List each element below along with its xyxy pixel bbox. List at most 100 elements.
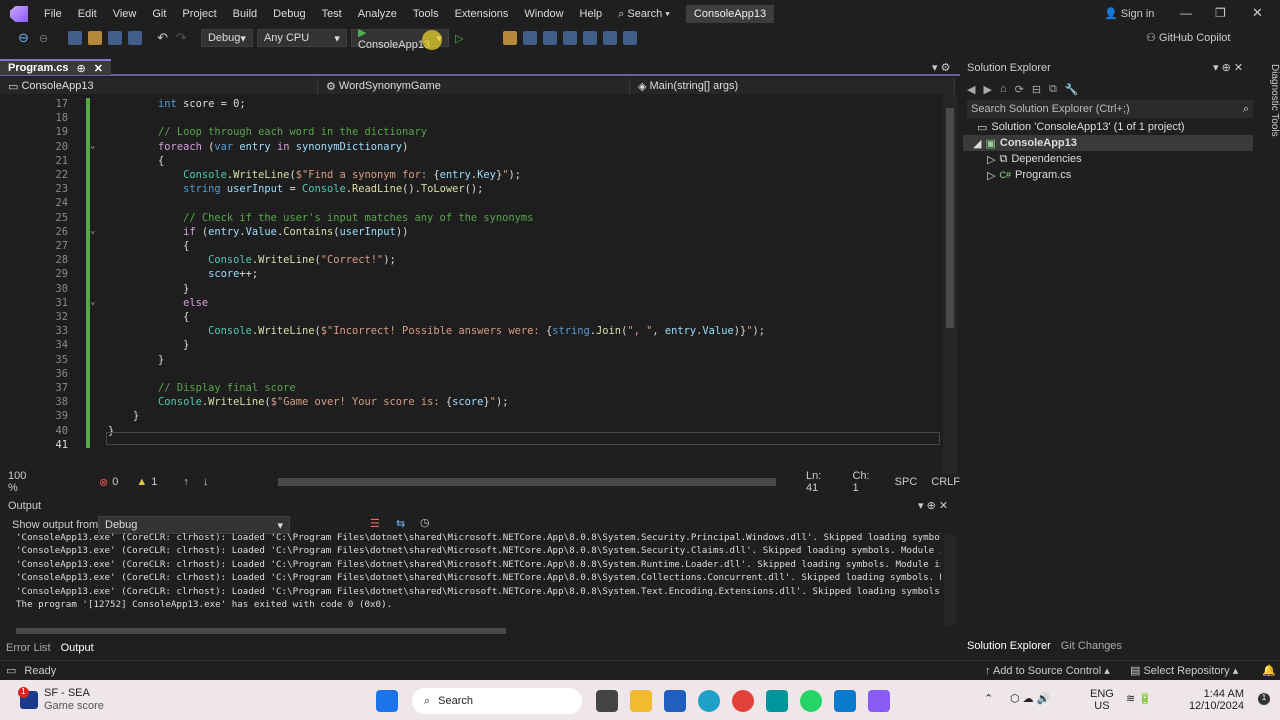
diagnostic-tools-tab[interactable]: Diagnostic Tools	[1256, 60, 1280, 160]
tree-dependencies[interactable]: ▷ ⧉ Dependencies	[987, 151, 1082, 167]
layout-icon[interactable]	[523, 31, 538, 45]
comment-icon[interactable]	[583, 31, 598, 45]
code-line[interactable]: Console.WriteLine($"Incorrect! Possible …	[108, 325, 765, 337]
code-editor[interactable]: 17 int score = 0; 18 19 // Loop through ea…	[0, 94, 943, 451]
solution-icon[interactable]	[503, 31, 518, 45]
tab-program-cs[interactable]: Program.cs ⊕ ✕	[0, 59, 111, 75]
notification-count[interactable]: 1	[1258, 693, 1270, 705]
github-copilot-button[interactable]: ⚇ GitHub Copilot	[1146, 31, 1230, 44]
sync-icon[interactable]: ⟳	[1015, 83, 1024, 96]
notifications-bell-icon[interactable]: 🔔	[1262, 664, 1276, 677]
tab-solution-explorer[interactable]: Solution Explorer	[967, 640, 1051, 652]
home-icon[interactable]: ⌂	[1000, 83, 1007, 95]
vscode-icon[interactable]	[834, 690, 856, 712]
spellcheck-icon[interactable]	[543, 31, 558, 45]
fold-toggle-icon[interactable]: ⌄	[90, 226, 95, 236]
code-line[interactable]: }	[108, 339, 189, 351]
code-line[interactable]: int score = 0;	[108, 98, 246, 110]
language-indicator[interactable]: ENG US	[1090, 688, 1114, 712]
member-dropdown[interactable]: ◈ Main(string[] args)	[630, 78, 955, 94]
task-view-icon[interactable]	[596, 690, 618, 712]
pin-icon[interactable]: ⊕	[77, 62, 86, 75]
minimize-button[interactable]: —	[1180, 6, 1192, 20]
open-folder-icon[interactable]	[88, 31, 103, 45]
code-line[interactable]: Console.WriteLine($"Game over! Your scor…	[108, 396, 508, 408]
restore-button[interactable]: ❐	[1215, 6, 1226, 20]
start-without-debugging-icon[interactable]: ▷	[455, 32, 463, 45]
fold-toggle-icon[interactable]: ⌄	[90, 297, 95, 307]
start-icon[interactable]	[376, 690, 398, 712]
code-line[interactable]: {	[108, 311, 189, 323]
class-dropdown[interactable]: ⚙ WordSynonymGame	[318, 78, 630, 94]
select-repository-button[interactable]: ▤ Select Repository ▴	[1130, 664, 1238, 677]
save-all-icon[interactable]	[128, 31, 143, 45]
warning-icon[interactable]: ▲	[136, 476, 147, 488]
configuration-dropdown[interactable]: Debug ▾	[200, 29, 253, 47]
code-line[interactable]: {	[108, 155, 164, 167]
menu-extensions[interactable]: Extensions	[447, 8, 517, 20]
zoom-level[interactable]: 100 %	[8, 470, 39, 494]
tree-solution[interactable]: ▭ Solution 'ConsoleApp13' (1 of 1 project…	[977, 119, 1185, 135]
code-line[interactable]: }	[108, 283, 189, 295]
navigate-forward-icon[interactable]: ⊖	[39, 32, 48, 45]
menu-git[interactable]: Git	[144, 8, 174, 20]
screen-recorder-icon[interactable]	[732, 690, 754, 712]
visual-studio-icon[interactable]	[868, 690, 890, 712]
navigate-back-icon[interactable]: ⊖	[18, 30, 29, 46]
code-line[interactable]: score++;	[108, 268, 258, 280]
undo-icon[interactable]: ↶	[157, 30, 168, 46]
code-line[interactable]: foreach (var entry in synonymDictionary)	[108, 141, 408, 153]
code-line[interactable]: else	[108, 297, 208, 309]
microsoft-store-icon[interactable]	[664, 690, 686, 712]
code-line[interactable]: string userInput = Console.ReadLine().To…	[108, 183, 483, 195]
project-dropdown[interactable]: ▭ ConsoleApp13	[0, 78, 318, 94]
menu-test[interactable]: Test	[314, 8, 350, 20]
clock[interactable]: 1:44 AM 12/10/2024	[1178, 688, 1244, 712]
error-icon[interactable]: ⊗	[99, 476, 108, 489]
word-wrap-icon[interactable]: ⇆	[396, 517, 405, 530]
close-tab-icon[interactable]: ✕	[94, 62, 103, 75]
code-line[interactable]: {	[108, 240, 189, 252]
output-panel-controls[interactable]: ▾ ⊕ ✕	[918, 499, 948, 512]
save-icon[interactable]	[108, 31, 123, 45]
bookmark-icon[interactable]	[623, 31, 638, 45]
search-button[interactable]: ⌕ Search ▾	[610, 8, 678, 21]
edge-icon[interactable]	[698, 690, 720, 712]
editor-vertical-scrollbar[interactable]	[943, 94, 957, 474]
tab-overflow-icon[interactable]: ▾ ⚙	[932, 61, 950, 74]
output-vertical-scrollbar[interactable]	[944, 535, 956, 625]
line-ending[interactable]: CRLF	[931, 476, 960, 488]
tab-output[interactable]: Output	[57, 642, 98, 654]
show-hidden-icons[interactable]: ⌃	[984, 692, 993, 705]
menu-file[interactable]: File	[36, 8, 70, 20]
menu-debug[interactable]: Debug	[265, 8, 313, 20]
menu-analyze[interactable]: Analyze	[350, 8, 405, 20]
editor-horizontal-scrollbar[interactable]	[278, 478, 777, 486]
show-all-icon[interactable]: ⧉	[1049, 83, 1057, 96]
menu-window[interactable]: Window	[516, 8, 571, 20]
menu-project[interactable]: Project	[174, 8, 224, 20]
forward-icon[interactable]: ▶	[983, 83, 991, 96]
code-line[interactable]: // Loop through each word in the diction…	[108, 126, 427, 138]
redo-icon[interactable]: ↷	[176, 30, 187, 46]
wifi-battery-icons[interactable]: ≋ 🔋	[1126, 692, 1152, 705]
tab-git-changes[interactable]: Git Changes	[1061, 640, 1122, 652]
arduino-icon[interactable]	[766, 690, 788, 712]
sign-in-button[interactable]: 👤 Sign in	[1104, 7, 1154, 20]
code-line[interactable]: Console.WriteLine($"Find a synonym for: …	[108, 169, 521, 181]
tray-icons[interactable]: ⬡ ☁ 🔊	[1010, 692, 1050, 705]
solution-search-input[interactable]: Search Solution Explorer (Ctrl+;) ⌕	[967, 100, 1253, 118]
new-project-icon[interactable]	[68, 31, 83, 45]
step-icon[interactable]	[563, 31, 578, 45]
code-line[interactable]: if (entry.Value.Contains(userInput))	[108, 226, 408, 238]
code-line[interactable]: }	[108, 410, 139, 422]
collapse-icon[interactable]: ⊟	[1032, 83, 1041, 96]
menu-help[interactable]: Help	[572, 8, 611, 20]
code-line[interactable]: // Check if the user's input matches any…	[108, 212, 533, 224]
code-line[interactable]: Console.WriteLine("Correct!");	[108, 254, 396, 266]
properties-icon[interactable]: 🔧	[1065, 83, 1079, 96]
tree-project[interactable]: ◢ ▣ ConsoleApp13	[963, 135, 1253, 151]
fold-toggle-icon[interactable]: ⌄	[90, 141, 95, 151]
notification-icon[interactable]: ▭	[6, 664, 16, 677]
close-window-button[interactable]: ✕	[1252, 5, 1263, 21]
